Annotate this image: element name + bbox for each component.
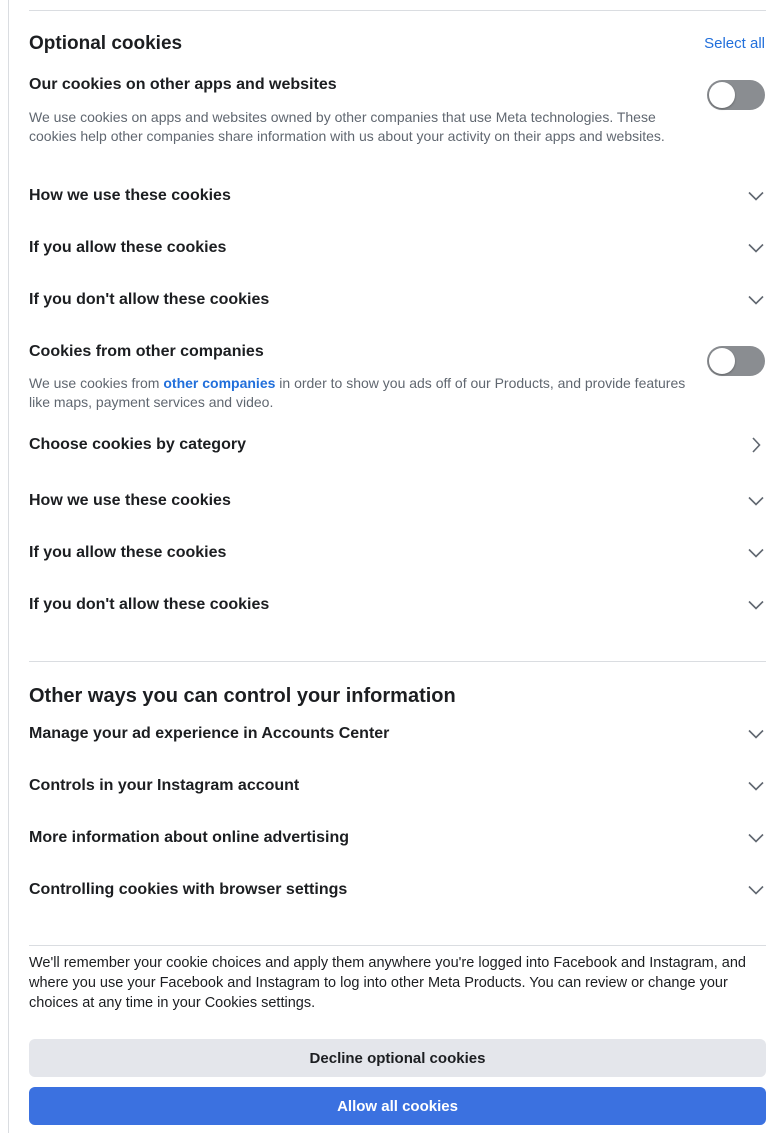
accordion-label: If you don't allow these cookies <box>29 596 270 613</box>
toggle-knob <box>709 82 735 108</box>
other-companies-cookies-toggle[interactable] <box>707 346 765 376</box>
footer-notice: We'll remember your cookie choices and a… <box>29 955 746 1011</box>
other-apps-cookies-description: We use cookies on apps and websites owne… <box>29 109 665 144</box>
accordion-label: Manage your ad experience in Accounts Ce… <box>29 725 390 742</box>
accordion-label: More information about online advertisin… <box>29 829 350 846</box>
accordion-instagram-controls[interactable]: Controls in your Instagram account <box>29 766 767 806</box>
accordion-label: Controlling cookies with browser setting… <box>29 881 348 898</box>
accordion-label: Choose cookies by category <box>29 436 246 453</box>
accordion-label: How we use these cookies <box>29 187 231 204</box>
choose-cookies-by-category-row[interactable]: Choose cookies by category <box>29 425 767 465</box>
accordion-label: If you allow these cookies <box>29 239 227 256</box>
accordion-label: Controls in your Instagram account <box>29 777 300 794</box>
accordion-ad-experience[interactable]: Manage your ad experience in Accounts Ce… <box>29 714 767 754</box>
chevron-down-icon <box>747 187 765 205</box>
accordion-browser-settings[interactable]: Controlling cookies with browser setting… <box>29 870 767 910</box>
accordion-label: If you don't allow these cookies <box>29 291 270 308</box>
select-all-link[interactable]: Select all <box>704 35 765 52</box>
top-divider <box>29 10 766 11</box>
other-companies-cookies-description: We use cookies from other companies in o… <box>29 374 689 412</box>
accordion-if-allow-2[interactable]: If you allow these cookies <box>29 533 767 573</box>
decline-optional-cookies-button[interactable]: Decline optional cookies <box>29 1039 766 1077</box>
accordion-how-we-use-2[interactable]: How we use these cookies <box>29 481 767 521</box>
other-ways-heading: Other ways you can control your informat… <box>29 685 456 707</box>
accordion-how-we-use-1[interactable]: How we use these cookies <box>29 176 767 216</box>
accordion-if-dont-allow-2[interactable]: If you don't allow these cookies <box>29 585 767 625</box>
chevron-down-icon <box>747 881 765 899</box>
chevron-down-icon <box>747 544 765 562</box>
other-companies-link[interactable]: other companies <box>163 375 275 391</box>
accordion-if-allow-1[interactable]: If you allow these cookies <box>29 228 767 268</box>
description-text: We use cookies from <box>29 375 164 391</box>
chevron-down-icon <box>747 829 765 847</box>
chevron-down-icon <box>747 777 765 795</box>
chevron-down-icon <box>747 725 765 743</box>
allow-all-cookies-button[interactable]: Allow all cookies <box>29 1087 766 1125</box>
chevron-down-icon <box>747 291 765 309</box>
chevron-down-icon <box>747 596 765 614</box>
other-companies-cookies-title: Cookies from other companies <box>29 343 264 360</box>
accordion-online-advertising[interactable]: More information about online advertisin… <box>29 818 767 858</box>
other-apps-cookies-title: Our cookies on other apps and websites <box>29 76 337 93</box>
accordion-if-dont-allow-1[interactable]: If you don't allow these cookies <box>29 280 767 320</box>
optional-cookies-heading: Optional cookies <box>29 33 183 54</box>
other-apps-cookies-toggle[interactable] <box>707 80 765 110</box>
accordion-label: If you allow these cookies <box>29 544 227 561</box>
chevron-right-icon <box>747 436 765 454</box>
chevron-down-icon <box>747 492 765 510</box>
chevron-down-icon <box>747 239 765 257</box>
toggle-knob <box>709 348 735 374</box>
footer-divider <box>29 945 766 946</box>
section-divider <box>29 661 766 662</box>
accordion-label: How we use these cookies <box>29 492 231 509</box>
